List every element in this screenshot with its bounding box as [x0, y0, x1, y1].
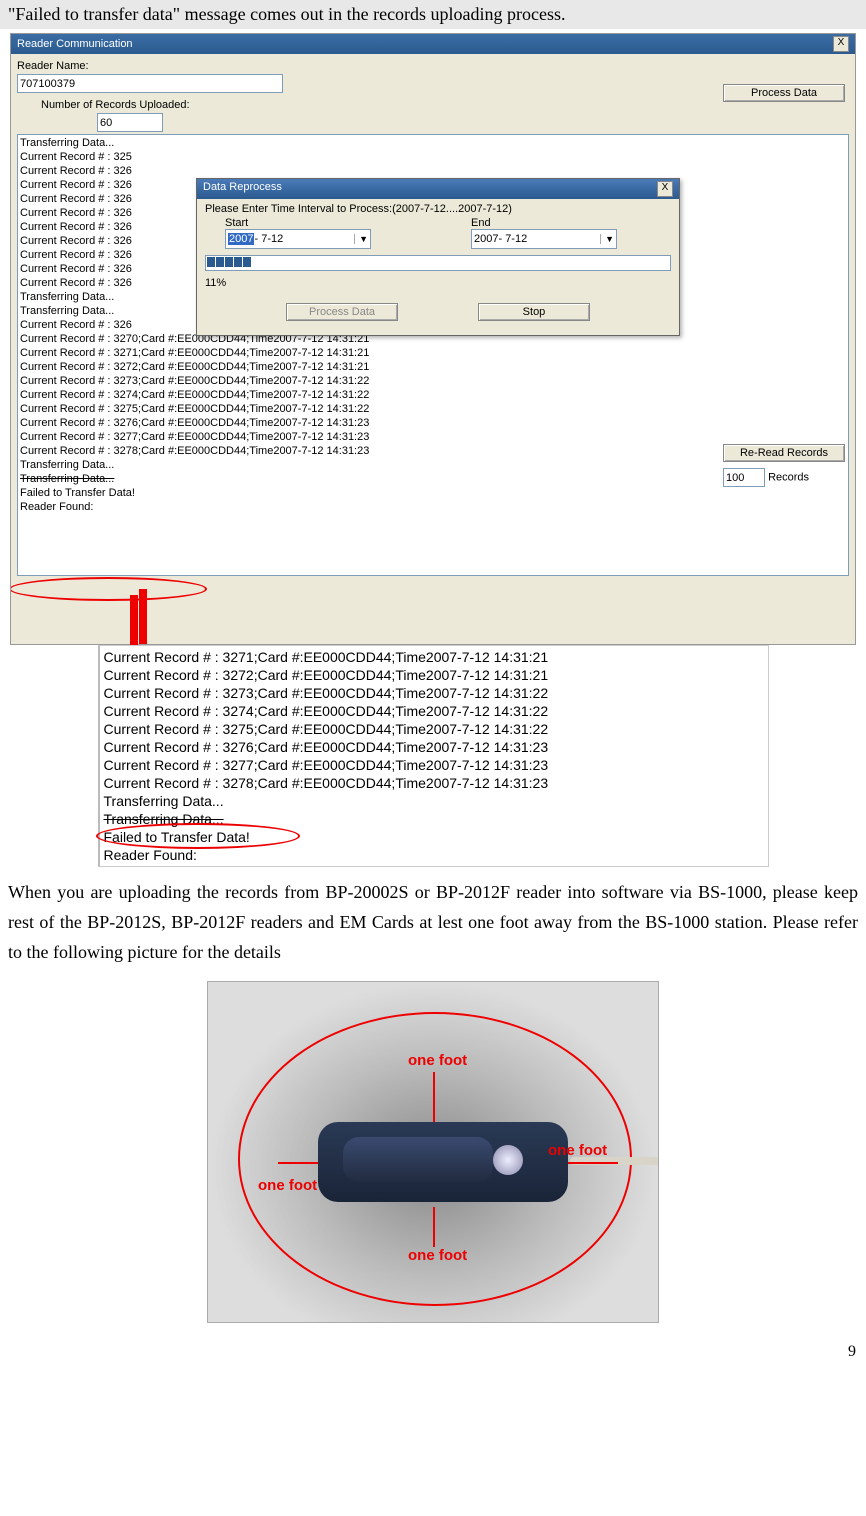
end-label: End [471, 217, 617, 229]
log-line: Current Record # : 326 [20, 164, 846, 178]
log-line: Current Record # : 3277;Card #:EE000CDD4… [20, 430, 846, 444]
chevron-down-icon[interactable]: ▼ [354, 234, 368, 244]
reader-name-input[interactable] [17, 74, 283, 93]
window-titlebar: Reader Communication X [11, 34, 855, 54]
start-label: Start [225, 217, 371, 229]
log-line: Current Record # : 3274;Card #:EE000CDD4… [20, 388, 846, 402]
one-foot-right: one foot [548, 1142, 607, 1159]
zoom-log-line: Current Record # : 3278;Card #:EE000CDD4… [104, 774, 764, 792]
one-foot-left: one foot [258, 1177, 317, 1194]
device-photo: one foot one foot one foot one foot [207, 981, 659, 1323]
num-uploaded-input[interactable] [97, 113, 163, 132]
log-line: Current Record # : 3276;Card #:EE000CDD4… [20, 416, 846, 430]
doc-header: "Failed to transfer data" message comes … [0, 0, 866, 29]
log-line: Reader Found: [20, 500, 846, 514]
instruction-paragraph: When you are uploading the records from … [0, 867, 866, 971]
dialog-stop-button[interactable]: Stop [478, 303, 590, 321]
dialog-title: Data Reprocess [203, 181, 282, 197]
zoom-log-line: Current Record # : 3271;Card #:EE000CDD4… [104, 648, 764, 666]
close-icon[interactable]: X [833, 36, 849, 52]
zoom-log-line: Current Record # : 3272;Card #:EE000CDD4… [104, 666, 764, 684]
log-line: Current Record # : 3275;Card #:EE000CDD4… [20, 402, 846, 416]
end-date-picker[interactable]: 2007- 7-12 ▼ [471, 229, 617, 249]
dialog-process-button: Process Data [286, 303, 398, 321]
data-reprocess-dialog: Data Reprocess X Please Enter Time Inter… [196, 178, 680, 336]
records-suffix: Records [768, 472, 809, 484]
log-line: Current Record # : 325 [20, 150, 846, 164]
log-line: Failed to Transfer Data! [20, 486, 846, 500]
reread-records-button[interactable]: Re-Read Records [723, 444, 845, 462]
progress-percent: 11% [205, 277, 671, 289]
dialog-close-icon[interactable]: X [657, 181, 673, 197]
zoomed-log: Current Record # : 3271;Card #:EE000CDD4… [98, 645, 769, 867]
zoom-log-line: Current Record # : 3274;Card #:EE000CDD4… [104, 702, 764, 720]
highlight-circle-1 [10, 577, 207, 601]
start-date-picker[interactable]: 2007- 7-12 ▼ [225, 229, 371, 249]
log-line: Current Record # : 3273;Card #:EE000CDD4… [20, 374, 846, 388]
page-number: 9 [0, 1323, 866, 1367]
reader-name-label: Reader Name: [17, 60, 849, 72]
reread-count-input[interactable] [723, 468, 765, 487]
log-line: Current Record # : 3272;Card #:EE000CDD4… [20, 360, 846, 374]
process-data-button[interactable]: Process Data [723, 84, 845, 102]
zoom-log-line: Current Record # : 3277;Card #:EE000CDD4… [104, 756, 764, 774]
zoom-log-line: Current Record # : 3275;Card #:EE000CDD4… [104, 720, 764, 738]
zoom-log-line: Current Record # : 3273;Card #:EE000CDD4… [104, 684, 764, 702]
highlight-circle-2 [96, 823, 300, 849]
one-foot-bottom: one foot [408, 1247, 467, 1264]
log-line: Transferring Data... [20, 136, 846, 150]
dialog-prompt: Please Enter Time Interval to Process:(2… [205, 203, 671, 215]
window-title: Reader Communication [17, 38, 133, 50]
zoom-log-line: Current Record # : 3276;Card #:EE000CDD4… [104, 738, 764, 756]
log-line: Current Record # : 3271;Card #:EE000CDD4… [20, 346, 846, 360]
one-foot-top: one foot [408, 1052, 467, 1069]
zoom-log-line: Transferring Data... [104, 792, 764, 810]
chevron-down-icon[interactable]: ▼ [600, 234, 614, 244]
screenshot-reader-comm: Reader Communication X Reader Name: Proc… [10, 33, 856, 645]
progress-bar [205, 255, 671, 271]
